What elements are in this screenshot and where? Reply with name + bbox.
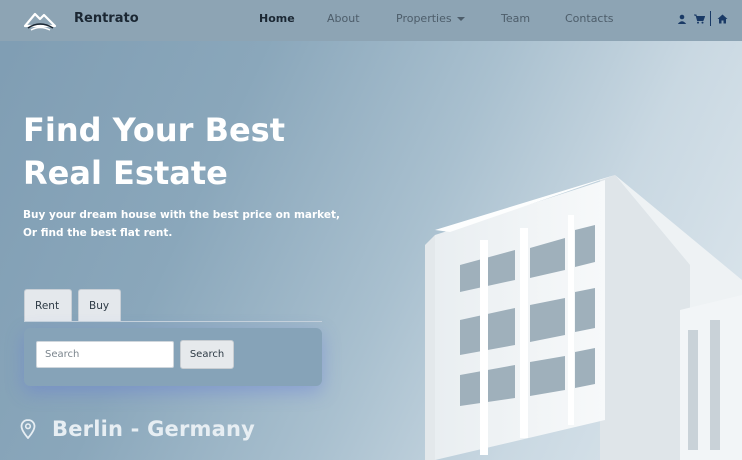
hero-subtitle-line1: Buy your dream house with the best price… [23,209,340,221]
user-icon[interactable] [676,12,688,26]
nav-properties-label: Properties [396,12,452,25]
hero-subtitle: Buy your dream house with the best price… [23,206,343,242]
tab-rent[interactable]: Rent [24,289,72,321]
nav-divider [710,11,711,26]
cart-icon[interactable] [693,12,705,26]
location-pin-icon [20,419,36,439]
nav-team[interactable]: Team [501,12,530,25]
location-text: Berlin - Germany [52,417,256,441]
search-input[interactable] [36,341,174,368]
building-image [425,175,742,460]
hero-subtitle-line2: Or find the best flat rent. [23,227,173,239]
hero-title-line1: Find Your Best [23,111,286,149]
nav-about[interactable]: About [327,12,360,25]
mountain-logo-icon[interactable] [22,6,58,34]
hero-title: Find Your Best Real Estate [23,109,343,195]
navbar: Rentrato Home About Properties Team Cont… [0,0,742,41]
nav-properties[interactable]: Properties [396,12,465,25]
search-panel: Search [24,328,322,386]
tab-buy[interactable]: Buy [78,289,121,321]
search-button[interactable]: Search [180,340,234,369]
caret-down-icon [456,17,465,21]
nav-contacts[interactable]: Contacts [565,12,614,25]
hero-title-line2: Real Estate [23,154,228,192]
nav-icon-group [676,11,728,26]
search-tabs: Rent Buy [24,289,322,322]
location: Berlin - Germany [20,417,255,441]
brand-name[interactable]: Rentrato [74,11,139,26]
home-icon[interactable] [716,12,728,26]
nav-home[interactable]: Home [259,12,295,25]
